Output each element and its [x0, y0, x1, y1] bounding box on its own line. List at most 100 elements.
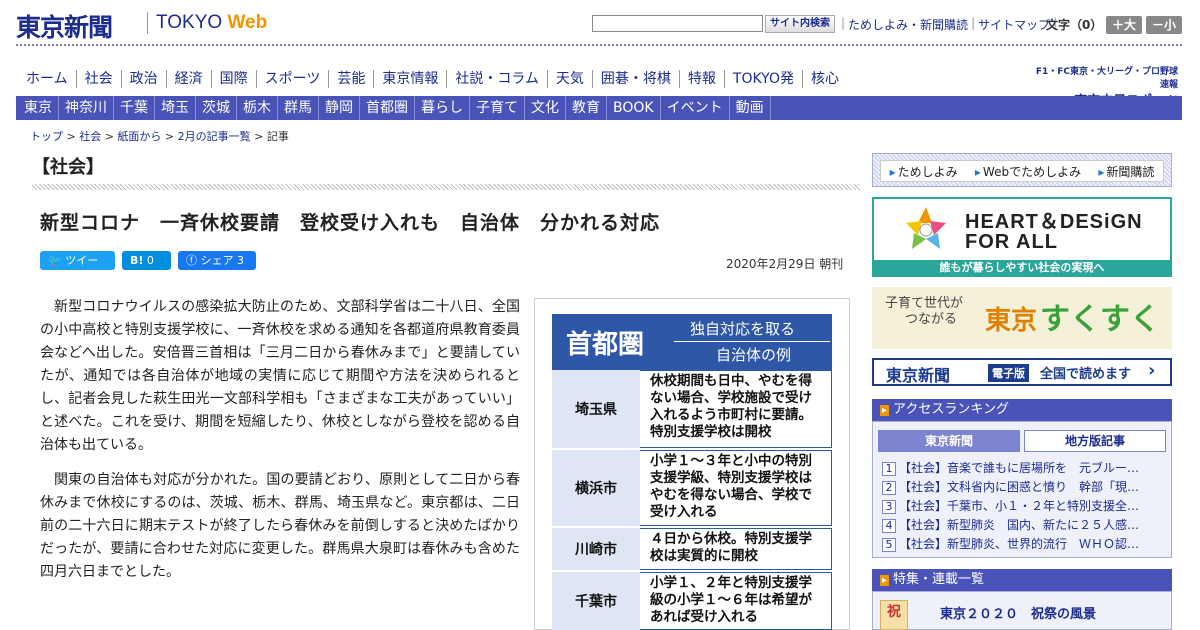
ranking-number: 4 [882, 519, 896, 533]
region-nav-item[interactable]: 埼玉 [155, 96, 196, 120]
article-figure[interactable]: 首都圏 独自対応を取る 自治体の例 埼玉県 休校期間も日中、やむを得ない場合、学… [552, 314, 832, 630]
figure-title-line2: 自治体の例 [716, 346, 792, 364]
main-nav-item[interactable]: 社説・コラム [447, 70, 548, 88]
article-headline: 新型コロナ 一斉休校要請 登校受け入れも 自治体 分かれる対応 [40, 212, 661, 234]
region-nav-item[interactable]: 首都圏 [360, 96, 415, 120]
ranking-item[interactable]: 2 【社会】文科省内に困惑と憤り 幹部「現… [882, 478, 1162, 497]
region-nav-item[interactable]: 栃木 [237, 96, 278, 120]
breadcrumb-link[interactable]: 紙面から [117, 130, 161, 143]
main-nav-item[interactable]: 囲碁・将棋 [593, 70, 680, 88]
figure-header: 首都圏 独自対応を取る 自治体の例 [552, 314, 832, 370]
feature-thumbnail[interactable]: 祝 [880, 600, 908, 630]
site-search-button[interactable]: サイト内検索 [765, 15, 835, 33]
main-nav-item[interactable]: 経済 [167, 70, 212, 88]
region-nav-item[interactable]: 教育 [566, 96, 607, 120]
figure-row: 千葉市 小学１、２年と特別支援学級の小学１～６年は希望があれば受け入れる [552, 572, 832, 630]
logo-web-text: Web [227, 12, 268, 33]
ranking-item[interactable]: 3 【社会】千葉市、小１・２年と特別支援全… [882, 497, 1162, 516]
logo-divider [147, 12, 148, 34]
hatena-bookmark-button[interactable]: B! 0 [122, 251, 171, 270]
ranking-header: アクセスランキング [872, 399, 1172, 421]
article-body: 新型コロナウイルスの感染拡大防止のため、文部科学省は二十八日、全国の小中高校と特… [40, 296, 520, 596]
region-nav-item[interactable]: イベント [661, 96, 730, 120]
subscribe-link[interactable]: 新聞購読 [1098, 163, 1154, 180]
quick-links: ためしよみ Webでためしよみ 新聞購読 [880, 160, 1164, 182]
trial-subscribe-link[interactable]: ためしよみ・新聞購読 [848, 16, 968, 33]
region-nav-item[interactable]: 茨城 [196, 96, 237, 120]
figure-desc: 小学１、２年と特別支援学級の小学１～６年は希望があれば受け入れる [640, 572, 832, 630]
main-nav-item[interactable]: 社会 [77, 70, 122, 88]
ranking-tab-tokyo[interactable]: 東京新聞 [878, 430, 1020, 452]
region-nav-item[interactable]: BOOK [607, 96, 661, 120]
twitter-icon: 🐦 [48, 254, 66, 267]
search-input[interactable] [592, 15, 763, 32]
breadcrumb-separator: > [63, 130, 80, 143]
sitemap-link[interactable]: サイトマップ [978, 16, 1050, 33]
chevron-right-icon: › [1148, 360, 1156, 381]
main-nav-item[interactable]: 核心 [803, 70, 847, 88]
main-nav-item[interactable]: 政治 [122, 70, 167, 88]
main-nav-item[interactable]: ホーム [16, 70, 77, 88]
figure-desc: ４日から休校。特別支援学校は実質的に開校 [640, 528, 832, 570]
breadcrumb-link[interactable]: トップ [30, 130, 63, 143]
site-logo[interactable]: 東京新聞 [16, 8, 113, 44]
region-nav-item[interactable]: 暮らし [415, 96, 470, 120]
region-nav-item[interactable]: 文化 [525, 96, 566, 120]
region-nav-item[interactable]: 千葉 [114, 96, 155, 120]
main-nav-item[interactable]: TOKYO発 [725, 70, 803, 88]
chunichi-line1: F1・FC東京・大リーグ・プロ野球速報 [1035, 67, 1178, 90]
section-divider [32, 184, 860, 190]
region-nav-item[interactable]: 東京 [18, 96, 59, 120]
hatena-icon: B! [130, 254, 144, 267]
ranking-item[interactable]: 1 【社会】音楽で誰もに居場所を 元ブルー… [882, 459, 1162, 478]
ranking-item[interactable]: 5 【社会】新型肺炎、世界的流行 ＷＨＯ認… [882, 535, 1162, 554]
font-smaller-button[interactable]: －小 [1146, 16, 1183, 34]
main-nav-item[interactable]: 特報 [680, 70, 725, 88]
figure-pref: 横浜市 [552, 450, 640, 526]
ranking-number: 5 [882, 538, 896, 552]
main-nav-item[interactable]: 国際 [212, 70, 257, 88]
ranking-number: 1 [882, 462, 896, 476]
breadcrumb-separator: > [161, 130, 178, 143]
figure-row: 川崎市 ４日から休校。特別支援学校は実質的に開校 [552, 528, 832, 572]
region-nav-item[interactable]: 群馬 [278, 96, 319, 120]
region-nav: 東京 神奈川 千葉 埼玉 茨城 栃木 群馬 静岡 首都圏 暮らし 子育て 文化 教育 BOOK イベント 動画 [18, 96, 771, 120]
web-trial-link[interactable]: Webでためしよみ [975, 163, 1081, 180]
ranking-text: 【社会】新型肺炎、世界的流行 ＷＨＯ認… [899, 537, 1140, 551]
breadcrumb-link[interactable]: 社会 [79, 130, 101, 143]
main-nav-item[interactable]: 東京情報 [374, 70, 448, 88]
trial-read-link[interactable]: ためしよみ [890, 163, 958, 180]
ranking-text: 【社会】音楽で誰もに居場所を 元ブルー… [899, 461, 1140, 475]
sk-line1: 子育て世代が [885, 296, 964, 311]
figure-row: 埼玉県 休校期間も日中、やむを得ない場合、学校施設で受け入れるよう市町村に要請。… [552, 370, 832, 450]
main-nav-item[interactable]: 天気 [548, 70, 593, 88]
main-nav: ホーム 社会 政治 経済 国際 スポーツ 芸能 東京情報 社説・コラム 天気 囲碁・将棋 特報 TOKY… [16, 70, 847, 88]
region-nav-item[interactable]: 子育て [470, 96, 525, 120]
sk-tokyo: 東京 [985, 306, 1038, 336]
ranking-number: 3 [882, 500, 896, 514]
flower-logo-icon [906, 207, 946, 249]
facebook-share-button[interactable]: ⓕ シェア 3 [178, 251, 256, 270]
header-divider [16, 44, 1182, 46]
digital-badge: 電子版 [988, 364, 1029, 382]
breadcrumb-link[interactable]: 2月の記事一覧 [178, 130, 251, 143]
tokyo-web-logo[interactable]: TOKYO Web [156, 12, 267, 34]
region-nav-item[interactable]: 静岡 [319, 96, 360, 120]
region-nav-item[interactable]: 神奈川 [59, 96, 114, 120]
figure-title-big: 首都圏 [566, 330, 645, 360]
hd-caption: 誰もが暮らしやすい社会の実現へ [874, 260, 1170, 276]
article-date: 2020年2月29日 朝刊 [726, 257, 844, 271]
sukusuku-tagline: 子育て世代が つながる [885, 296, 963, 328]
ranking-tab-local[interactable]: 地方版記事 [1024, 430, 1166, 452]
main-nav-item[interactable]: スポーツ [257, 70, 330, 88]
feature-item-link[interactable]: 東京２０２０ 祝祭の風景 [940, 603, 1096, 622]
tweet-button[interactable]: 🐦 ツイート [40, 251, 115, 286]
main-nav-item[interactable]: 芸能 [329, 70, 375, 88]
font-size-label: 文字（0） [1046, 18, 1103, 32]
digital-logo: 東京新聞 [886, 366, 951, 385]
breadcrumb-separator: > [250, 130, 267, 143]
region-nav-item[interactable]: 動画 [730, 96, 771, 120]
font-larger-button[interactable]: ＋大 [1106, 16, 1143, 34]
ranking-number: 2 [882, 481, 896, 495]
ranking-item[interactable]: 4 【社会】新型肺炎 国内、新たに２５人感… [882, 516, 1162, 535]
